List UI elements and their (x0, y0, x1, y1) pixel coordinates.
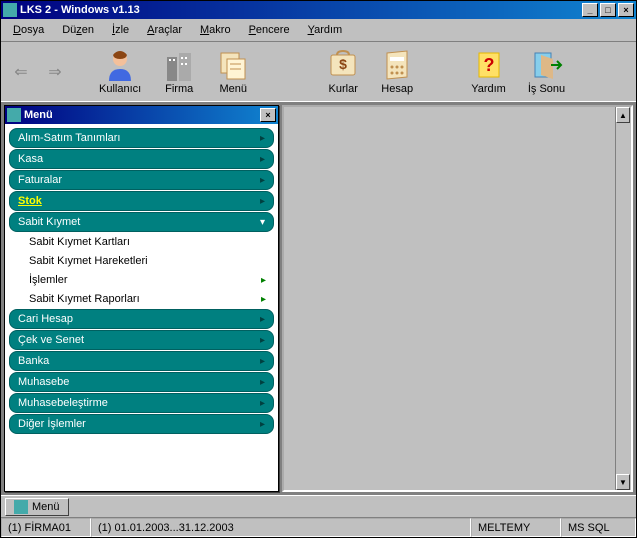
menu-yardim[interactable]: Yardım (300, 22, 351, 38)
menu-araclar[interactable]: Araçlar (139, 22, 190, 38)
chevron-right-icon: ▸ (260, 398, 265, 409)
tool-hesap[interactable]: Hesap (373, 47, 421, 97)
help-icon: ? (473, 49, 505, 81)
submenu-sabit-kartlari[interactable]: Sabit Kıymet Kartları (9, 233, 274, 251)
minimize-button[interactable]: _ (582, 3, 598, 17)
money-icon: $ (327, 49, 359, 81)
window-title: LKS 2 - Windows v1.13 (20, 4, 582, 16)
main-window: LKS 2 - Windows v1.13 _ □ × Dosya Düzen … (0, 0, 637, 538)
menu-banka[interactable]: Banka▸ (9, 351, 274, 371)
menu-sabit-kiymet[interactable]: Sabit Kıymet▾ (9, 212, 274, 232)
toolbar: ⇐ ⇒ Kullanıcı Firma Menü $ Kurlar Hesap … (1, 41, 636, 101)
workspace: Menü × Alım-Satım Tanımları▸ Kasa▸ Fatur… (1, 101, 636, 495)
menu-kasa[interactable]: Kasa▸ (9, 149, 274, 169)
menu-stok[interactable]: Stok▸ (9, 191, 274, 211)
chevron-right-icon: ▸ (260, 419, 265, 430)
chevron-right-icon: ▸ (260, 133, 265, 144)
maximize-button[interactable]: □ (600, 3, 616, 17)
tool-label: Hesap (381, 83, 413, 95)
menu-cari-hesap[interactable]: Cari Hesap▸ (9, 309, 274, 329)
chevron-down-icon: ▾ (260, 217, 265, 228)
menu-alim-satim[interactable]: Alım-Satım Tanımları▸ (9, 128, 274, 148)
menu-window-title: Menü (24, 109, 260, 121)
menu-body: Alım-Satım Tanımları▸ Kasa▸ Faturalar▸ S… (5, 124, 278, 491)
chevron-right-icon: ▸ (260, 356, 265, 367)
user-icon (104, 49, 136, 81)
menu-icon (217, 49, 249, 81)
menubar: Dosya Düzen İzle Araçlar Makro Pencere Y… (1, 19, 636, 41)
tool-yardim[interactable]: ? Yardım (463, 47, 514, 97)
svg-text:$: $ (339, 56, 347, 72)
nav-forward-button[interactable]: ⇒ (45, 62, 65, 82)
menu-cek-senet[interactable]: Çek ve Senet▸ (9, 330, 274, 350)
chevron-right-icon: ▸ (260, 196, 265, 207)
menu-duzen[interactable]: Düzen (54, 22, 102, 38)
app-icon (3, 3, 17, 17)
statusbar: (1) FİRMA01 (1) 01.01.2003...31.12.2003 … (1, 517, 636, 537)
close-button[interactable]: × (618, 3, 634, 17)
chevron-right-icon: ▸ (260, 175, 265, 186)
menu-faturalar[interactable]: Faturalar▸ (9, 170, 274, 190)
tool-label: Kullanıcı (99, 83, 141, 95)
submenu-sabit-raporlari[interactable]: Sabit Kıymet Raporları▸ (9, 290, 274, 308)
chevron-right-icon: ▸ (261, 275, 266, 286)
tool-kullanici[interactable]: Kullanıcı (91, 47, 149, 97)
scroll-down-button[interactable]: ▼ (616, 474, 630, 490)
nav-back-button[interactable]: ⇐ (11, 62, 31, 82)
status-period: (1) 01.01.2003...31.12.2003 (91, 518, 471, 537)
menu-list: Alım-Satım Tanımları▸ Kasa▸ Faturalar▸ S… (9, 128, 274, 434)
tool-label: İş Sonu (528, 83, 565, 95)
status-firma: (1) FİRMA01 (1, 518, 91, 537)
svg-text:?: ? (483, 55, 494, 75)
status-user: MELTEMY (471, 518, 561, 537)
titlebar: LKS 2 - Windows v1.13 _ □ × (1, 1, 636, 19)
scroll-up-button[interactable]: ▲ (616, 107, 630, 123)
menu-muhasebelestirme[interactable]: Muhasebeleştirme▸ (9, 393, 274, 413)
tool-is-sonu[interactable]: İş Sonu (520, 47, 573, 97)
task-icon (14, 500, 28, 514)
menu-pencere[interactable]: Pencere (241, 22, 298, 38)
tool-firma[interactable]: Firma (155, 47, 203, 97)
building-icon (163, 49, 195, 81)
chevron-right-icon: ▸ (260, 377, 265, 388)
exit-icon (531, 49, 563, 81)
calculator-icon (381, 49, 413, 81)
vertical-scrollbar[interactable]: ▲ ▼ (615, 107, 631, 490)
task-label: Menü (32, 501, 60, 513)
submenu-islemler[interactable]: İşlemler▸ (9, 271, 274, 289)
chevron-right-icon: ▸ (260, 154, 265, 165)
chevron-right-icon: ▸ (260, 314, 265, 325)
menu-diger-islemler[interactable]: Diğer İşlemler▸ (9, 414, 274, 434)
chevron-right-icon: ▸ (261, 294, 266, 305)
tool-label: Firma (165, 83, 193, 95)
status-db: MS SQL (561, 518, 636, 537)
menu-close-button[interactable]: × (260, 108, 276, 122)
tool-label: Kurlar (329, 83, 358, 95)
submenu-sabit-hareketleri[interactable]: Sabit Kıymet Hareketleri (9, 252, 274, 270)
tool-label: Yardım (471, 83, 506, 95)
task-menu-button[interactable]: Menü (5, 498, 69, 516)
taskbar: Menü (1, 495, 636, 517)
menu-makro[interactable]: Makro (192, 22, 239, 38)
menu-dosya[interactable]: Dosya (5, 22, 52, 38)
content-area: ▲ ▼ (282, 105, 633, 492)
tool-menu[interactable]: Menü (209, 47, 257, 97)
chevron-right-icon: ▸ (260, 335, 265, 346)
menu-muhasebe[interactable]: Muhasebe▸ (9, 372, 274, 392)
tool-label: Menü (219, 83, 247, 95)
menu-window: Menü × Alım-Satım Tanımları▸ Kasa▸ Fatur… (4, 105, 279, 492)
tool-kurlar[interactable]: $ Kurlar (319, 47, 367, 97)
menu-titlebar: Menü × (5, 106, 278, 124)
menu-izle[interactable]: İzle (104, 22, 137, 38)
menu-window-icon (7, 108, 21, 122)
